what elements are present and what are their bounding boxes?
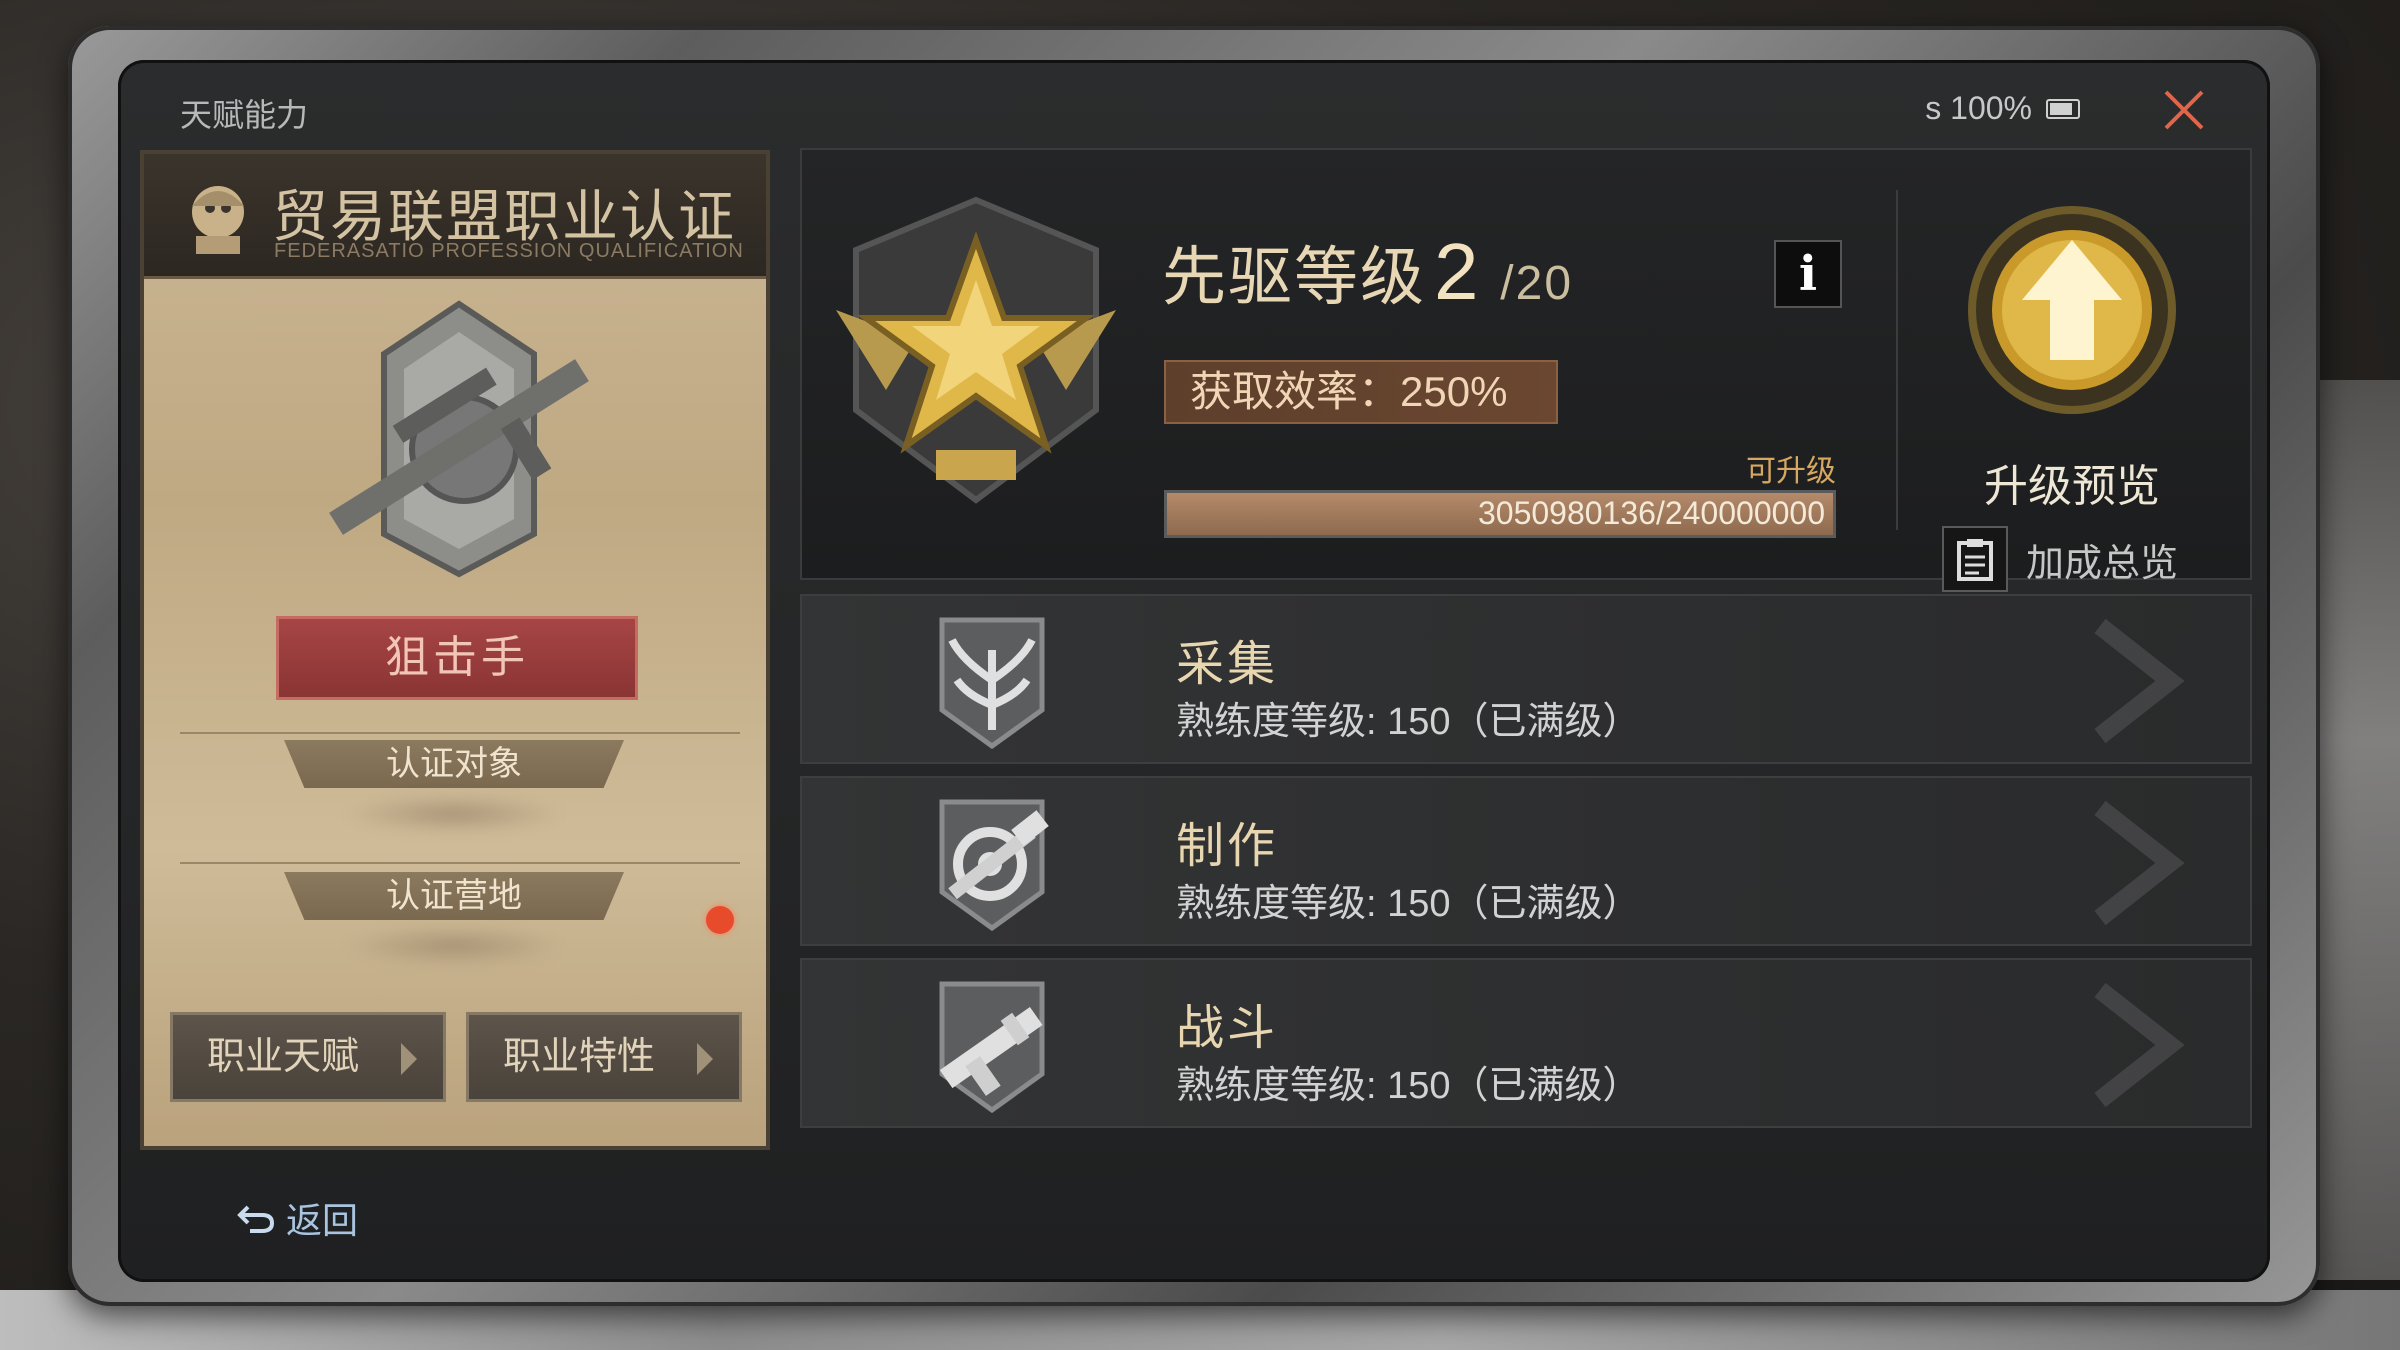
skill-level: 熟练度等级: 150（已满级）	[1176, 701, 1641, 743]
role-sniper-button[interactable]: 狙击手	[276, 616, 638, 700]
profession-talent-label: 职业天赋	[207, 1036, 360, 1078]
skill-level: 熟练度等级: 150（已满级）	[1176, 1065, 1641, 1107]
close-icon	[2164, 90, 2204, 130]
skill-row-combat[interactable]: 战斗 熟练度等级: 150（已满级）	[800, 958, 2252, 1128]
battery-text: s 100%	[1925, 90, 2032, 126]
rank-title: 先驱等级 2 /20	[1162, 226, 1573, 318]
rank-level: 2	[1434, 227, 1481, 316]
pioneer-rank-panel: 先驱等级 2 /20 i 获取效率：250% 可升级 3050980136/240…	[800, 148, 2252, 592]
divider	[180, 862, 740, 864]
profession-trait-label: 职业特性	[503, 1036, 656, 1078]
bonus-overview-button[interactable]: 加成总览	[1942, 526, 2178, 592]
certification-camp-label: 认证营地	[284, 872, 624, 920]
gather-icon	[939, 617, 1045, 750]
certificate-header: 贸易联盟职业认证 FEDERASATIO PROFESSION QUALIFIC…	[144, 154, 766, 279]
craft-icon	[939, 799, 1049, 932]
certification-camp-value-blurred	[344, 926, 564, 966]
certification-target-value-blurred	[344, 794, 564, 834]
certification-target-label: 认证对象	[284, 740, 624, 788]
skill-name: 制作	[1176, 820, 1279, 873]
rank-max: /20	[1500, 257, 1574, 310]
mascot-logo-icon	[192, 186, 244, 254]
upgrade-arrow-icon[interactable]	[1962, 200, 2182, 420]
bonus-overview-label: 加成总览	[2026, 542, 2179, 585]
window-title: 天赋能力	[180, 97, 309, 133]
rank-star-emblem-icon	[836, 196, 1116, 504]
sniper-rifle-emblem-icon	[329, 300, 589, 578]
chevron-right-icon	[2094, 982, 2185, 1108]
experience-text: 3050980136/240000000	[1477, 495, 1825, 531]
close-button[interactable]	[2156, 82, 2212, 138]
certificate-subtitle: FEDERASATIO PROFESSION QUALIFICATION	[274, 240, 744, 262]
chevron-right-icon	[2094, 800, 2185, 926]
back-label: 返回	[286, 1200, 359, 1241]
skill-name: 战斗	[1176, 1002, 1279, 1055]
divider	[1896, 190, 1898, 530]
profession-trait-button[interactable]: 职业特性	[466, 1012, 742, 1102]
battery-icon	[2046, 98, 2080, 119]
back-arrow-icon	[237, 1205, 275, 1233]
rank-title-label: 先驱等级	[1162, 241, 1426, 313]
efficiency-badge: 获取效率：250%	[1164, 360, 1558, 424]
experience-bar: 3050980136/240000000	[1164, 490, 1836, 538]
skill-level: 熟练度等级: 150（已满级）	[1176, 883, 1641, 925]
skill-row-gather[interactable]: 采集 熟练度等级: 150（已满级）	[800, 594, 2252, 764]
divider	[180, 732, 740, 734]
certificate-panel: 贸易联盟职业认证 FEDERASATIO PROFESSION QUALIFIC…	[140, 150, 770, 1150]
back-button[interactable]: 返回	[236, 1192, 358, 1244]
talent-screen: 天赋能力 s 100% 贸易联盟职业认证 FEDERASATIO PROFESS…	[118, 60, 2270, 1282]
notification-dot	[706, 906, 734, 934]
skill-row-craft[interactable]: 制作 熟练度等级: 150（已满级）	[800, 776, 2252, 946]
chevron-right-icon	[2094, 618, 2185, 744]
combat-icon	[939, 981, 1045, 1114]
upgrade-preview-label[interactable]: 升级预览	[1962, 450, 2182, 514]
info-button[interactable]: i	[1774, 240, 1842, 308]
status-bar: s 100%	[1925, 90, 2080, 127]
chevron-right-icon	[697, 1043, 713, 1075]
profession-talent-button[interactable]: 职业天赋	[170, 1012, 446, 1102]
skill-name: 采集	[1176, 638, 1279, 691]
upgradable-label: 可升级	[1746, 455, 1836, 488]
clipboard-icon	[1942, 526, 2008, 592]
chevron-right-icon	[401, 1043, 417, 1075]
